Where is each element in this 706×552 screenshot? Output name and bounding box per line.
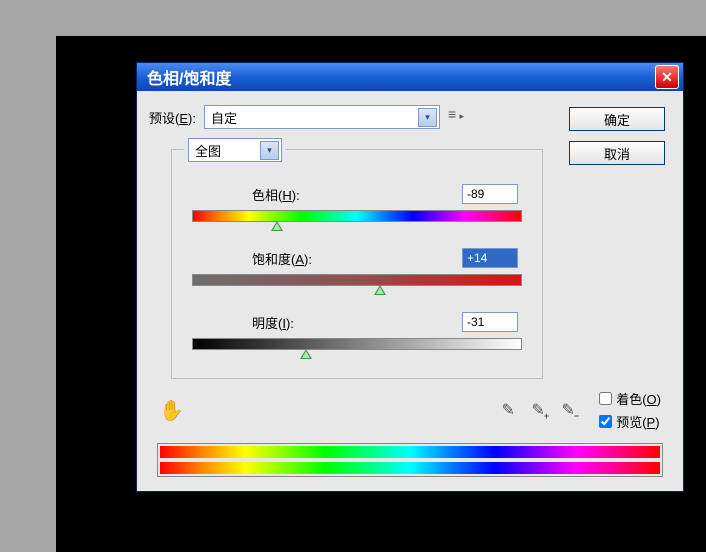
- preset-value: 自定: [211, 108, 237, 127]
- hue-value-input[interactable]: -89: [462, 184, 518, 204]
- hue-slider-track[interactable]: [192, 210, 522, 222]
- range-dropdown[interactable]: 全图 ▾: [188, 138, 282, 162]
- saturation-label: 饱和度(A):: [252, 249, 312, 268]
- adjustment-group: 全图 ▾ 色相(H): -89: [171, 149, 543, 379]
- titlebar[interactable]: 色相/饱和度 ✕: [137, 63, 683, 91]
- eyedropper-group: ✎ ✎+ ✎−: [499, 401, 577, 419]
- range-tab: 全图 ▾: [184, 138, 286, 162]
- saturation-value-input[interactable]: +14: [462, 248, 518, 268]
- colorize-checkbox[interactable]: 着色(O): [599, 389, 661, 408]
- hue-slider-thumb[interactable]: [271, 221, 283, 231]
- preview-checkbox-input[interactable]: [599, 415, 612, 428]
- eyedropper-subtract-icon[interactable]: ✎−: [559, 401, 577, 419]
- chevron-down-icon: ▾: [418, 108, 437, 127]
- lightness-value-input[interactable]: -31: [462, 312, 518, 332]
- spectrum-preview: [157, 443, 663, 477]
- preview-checkbox[interactable]: 预览(P): [599, 412, 661, 431]
- dialog-title: 色相/饱和度: [147, 65, 231, 89]
- preset-dropdown[interactable]: 自定 ▾: [204, 105, 440, 129]
- preset-label: 预设(E):: [149, 108, 196, 127]
- preset-menu-icon[interactable]: [448, 110, 462, 124]
- eyedropper-add-icon[interactable]: ✎+: [529, 401, 547, 419]
- cancel-button[interactable]: 取消: [569, 141, 665, 165]
- hue-label: 色相(H):: [252, 185, 300, 204]
- spectrum-bar-result: [160, 462, 660, 474]
- lightness-block: 明度(I): -31: [190, 312, 524, 350]
- tools-row: ✋ ✎ ✎+ ✎− 着色(O) 预览(P): [155, 389, 661, 431]
- ok-button[interactable]: 确定: [569, 107, 665, 131]
- hue-block: 色相(H): -89: [190, 184, 524, 222]
- dialog-action-buttons: 确定 取消: [569, 107, 665, 165]
- saturation-block: 饱和度(A): +14: [190, 248, 524, 286]
- lightness-label: 明度(I):: [252, 313, 294, 332]
- chevron-down-icon: ▾: [260, 141, 279, 160]
- lightness-slider-track[interactable]: [192, 338, 522, 350]
- dialog-body: 确定 取消 预设(E): 自定 ▾ 全图 ▾: [137, 91, 683, 491]
- spectrum-bar-source: [160, 446, 660, 458]
- scrubby-hand-icon[interactable]: ✋: [155, 396, 188, 425]
- range-value: 全图: [195, 141, 221, 160]
- hue-saturation-dialog: 色相/饱和度 ✕ 确定 取消 预设(E): 自定 ▾ 全图 ▾: [136, 62, 684, 492]
- close-icon: ✕: [661, 69, 673, 86]
- lightness-slider-thumb[interactable]: [300, 349, 312, 359]
- eyedropper-icon[interactable]: ✎: [499, 401, 517, 419]
- close-button[interactable]: ✕: [655, 65, 679, 89]
- saturation-slider-thumb[interactable]: [374, 285, 386, 295]
- saturation-slider-track[interactable]: [192, 274, 522, 286]
- colorize-checkbox-input[interactable]: [599, 392, 612, 405]
- options-checkboxes: 着色(O) 预览(P): [599, 389, 661, 431]
